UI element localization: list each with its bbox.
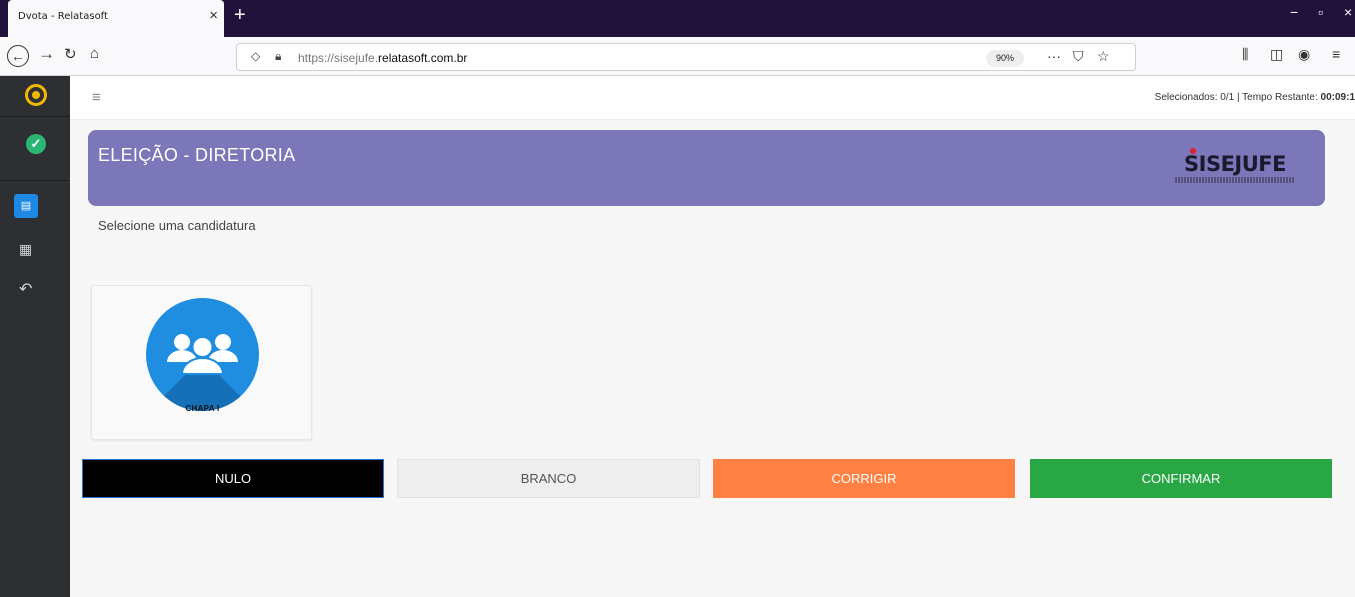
status-text: Selecionados: 0/1 | Tempo Restante: 00:0… [1155, 92, 1355, 103]
candidate-card[interactable]: CHAPA I [91, 285, 312, 440]
url-bar[interactable]: ◇ 🔒︎ https://sisejufe.relatasoft.com.br … [236, 43, 1136, 71]
sisejufe-logo: SISEJUFE [1175, 148, 1295, 183]
logo-dot [1190, 148, 1196, 154]
tab-title: Dvota - Relatasoft [18, 11, 108, 22]
confirmar-button[interactable]: CONFIRMAR [1030, 459, 1332, 498]
zoom-badge[interactable]: 90% [986, 50, 1024, 67]
library-icon[interactable]: ⫼ [1242, 46, 1248, 63]
status-prefix: Selecionados: 0/1 | Tempo Restante: [1154, 92, 1321, 103]
window-close-icon[interactable]: × [1344, 4, 1352, 20]
nulo-button[interactable]: NULO [82, 459, 384, 498]
minimize-icon[interactable]: − [1290, 4, 1298, 20]
check-circle-icon: ✓ [26, 134, 46, 154]
browser-tab[interactable]: Dvota - Relatasoft × [8, 0, 224, 37]
brand-name: SISEJUFE [1184, 152, 1286, 176]
tab-close-icon[interactable]: × [209, 8, 218, 23]
reload-icon[interactable]: ↻ [64, 47, 77, 62]
election-banner: ELEIÇÃO - DIRETORIA SISEJUFE [88, 130, 1325, 206]
candidate-label: CHAPA I [185, 404, 220, 413]
hamburger-menu-icon[interactable]: ≡ [92, 89, 101, 106]
sidebar-divider [0, 116, 70, 117]
undo-icon[interactable]: ↶ [19, 279, 32, 299]
app-sidebar: ✓ ▤ ▦ ↶ [0, 76, 70, 597]
page-title: ELEIÇÃO - DIRETORIA [98, 145, 296, 165]
brand-subtitle [1175, 177, 1295, 183]
group-icon[interactable] [146, 298, 259, 411]
lock-icon[interactable]: 🔒︎ [275, 49, 281, 64]
time-remaining: 00:09:1 [1320, 92, 1355, 103]
instruction-text: Selecione uma candidatura [98, 218, 256, 233]
group-glyph [167, 334, 238, 375]
id-card-icon[interactable]: ▤ [14, 194, 38, 218]
sidebar-toggle-icon[interactable]: ◫ [1270, 46, 1283, 63]
url-text[interactable]: https://sisejufe.relatasoft.com.br [298, 51, 467, 65]
shield-icon[interactable]: ◇ [251, 49, 260, 63]
corrigir-button[interactable]: CORRIGIR [713, 459, 1015, 498]
home-icon[interactable]: ⌂ [90, 46, 99, 61]
sidebar-divider [0, 180, 70, 181]
browser-tab-bar: Dvota - Relatasoft × + − ▫ × [0, 0, 1355, 37]
menu-icon[interactable]: ≡ [1332, 46, 1340, 62]
url-domain: relatasoft.com.br [378, 51, 468, 65]
app-logo-icon[interactable] [25, 84, 47, 106]
app-header: ≡ Selecionados: 0/1 | Tempo Restante: 00… [70, 76, 1355, 120]
url-prefix: https://sisejufe. [298, 51, 379, 65]
forward-icon[interactable]: → [38, 45, 55, 62]
maximize-icon[interactable]: ▫ [1318, 4, 1323, 20]
pocket-icon[interactable]: ⛉ [1073, 48, 1084, 65]
browser-nav-bar: ← → ↻ ⌂ ◇ 🔒︎ https://sisejufe.relatasoft… [0, 37, 1355, 76]
branco-button[interactable]: BRANCO [397, 459, 700, 498]
qr-code-icon[interactable]: ▦ [19, 241, 32, 258]
account-icon[interactable]: ◉ [1298, 46, 1310, 63]
back-icon[interactable]: ← [7, 45, 29, 67]
new-tab-button[interactable]: + [234, 5, 246, 25]
bookmark-star-icon[interactable]: ☆ [1097, 48, 1110, 65]
more-icon[interactable]: ··· [1047, 48, 1061, 64]
